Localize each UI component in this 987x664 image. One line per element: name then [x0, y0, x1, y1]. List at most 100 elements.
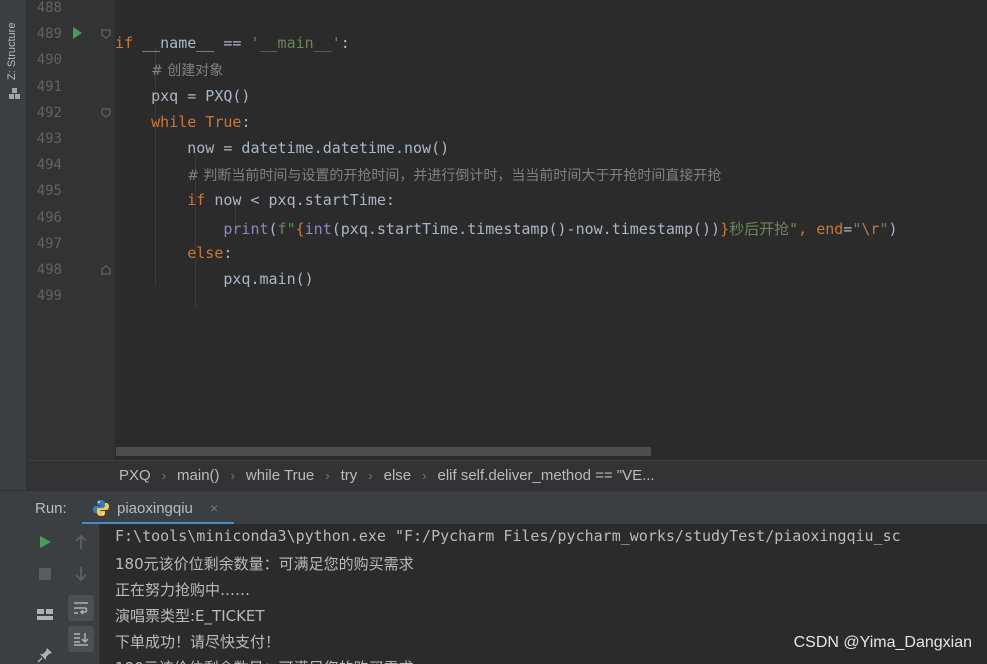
breadcrumb-item[interactable]: elif self.deliver_method == "VE...: [438, 467, 655, 484]
code-line: now = datetime.datetime.now(): [115, 139, 449, 157]
code-token: '__main__': [250, 34, 341, 53]
console-line: F:\tools\miniconda3\python.exe "F:/Pycha…: [115, 527, 901, 545]
stop-icon: [39, 568, 51, 580]
code-token: end: [816, 219, 844, 238]
horizontal-scrollbar[interactable]: [116, 447, 651, 456]
breadcrumb-item[interactable]: try: [341, 467, 358, 484]
code-token: now = datetime.datetime.now(): [115, 139, 450, 157]
run-tab-piaoxingqiu[interactable]: piaoxingqiu ×: [82, 491, 234, 525]
code-token: :: [241, 112, 251, 131]
line-number: 488: [36, 0, 62, 16]
code-line: print(f"{int(pxq.startTime.timestamp()-n…: [115, 218, 897, 239]
pin-tab-button[interactable]: [32, 642, 58, 664]
breadcrumb: PXQ › main() › while True › try › else › elif self…: [27, 460, 987, 490]
code-line: while True:: [115, 113, 250, 131]
code-token: :: [340, 34, 350, 53]
breadcrumb-item[interactable]: main(): [177, 467, 220, 484]
chevron-right-icon: ›: [230, 468, 235, 483]
breadcrumb-item[interactable]: else: [384, 467, 412, 484]
code-token: ): [888, 219, 898, 238]
code-line: if now < pxq.startTime:: [115, 191, 395, 209]
editor-gutter: [27, 0, 115, 460]
code-token: if: [187, 191, 215, 210]
chevron-right-icon: ›: [325, 468, 330, 483]
close-icon[interactable]: ×: [210, 500, 218, 516]
run-tab-label: piaoxingqiu: [117, 500, 193, 517]
run-tool-window-header: Run: piaoxingqiu ×: [0, 490, 987, 525]
line-number: 494: [36, 157, 62, 174]
structure-tab[interactable]: Z: Structure: [1, 0, 26, 105]
line-number: 493: [36, 131, 62, 147]
previous-occurrence-button[interactable]: [68, 529, 94, 555]
soft-wrap-icon: [74, 602, 88, 615]
next-occurrence-button[interactable]: [68, 561, 94, 587]
run-left-strip: [0, 524, 27, 664]
code-token: (pxq.startTime.timestamp()-now.timestamp…: [331, 219, 721, 238]
run-gutter-icon[interactable]: [73, 27, 82, 39]
breadcrumb-item[interactable]: while True: [246, 467, 314, 484]
code-token: if: [115, 34, 143, 53]
restore-layout-button[interactable]: [32, 601, 58, 627]
code-editor[interactable]: if __name__ == '__main__': # 创建对象 pxq = …: [115, 0, 987, 460]
breadcrumb-item[interactable]: PXQ: [119, 467, 151, 484]
chevron-right-icon: ›: [422, 468, 427, 483]
fold-icon[interactable]: [101, 108, 111, 118]
soft-wrap-button[interactable]: [68, 595, 94, 621]
run-label: Run:: [35, 500, 67, 517]
code-token: \r: [861, 219, 880, 238]
play-icon: [40, 536, 51, 548]
code-token: =: [843, 219, 853, 238]
code-token: pxq.main(): [115, 270, 314, 288]
layout-icon: [37, 609, 53, 620]
arrow-down-icon: [75, 567, 87, 582]
code-token: :: [223, 243, 233, 262]
code-line: # 判断当前时间与设置的开抢时间，并进行倒计时，当当前时间大于开抢时间直接开抢: [115, 165, 721, 185]
code-token: __name__ ==: [142, 34, 251, 53]
watermark: CSDN @Yima_Dangxian: [793, 634, 972, 651]
code-line: pxq.main(): [115, 270, 314, 288]
code-token: }: [720, 219, 730, 238]
console-line: 下单成功！请尽快支付！: [115, 633, 281, 651]
structure-tab-label: Z: Structure: [6, 22, 18, 80]
line-number: 489: [36, 26, 62, 43]
line-number: 499: [36, 288, 62, 305]
console-line: 演唱票类型:E_TICKET: [115, 607, 265, 625]
python-icon: [93, 500, 109, 516]
code-token: print: [223, 219, 269, 238]
code-line: # 创建对象: [115, 60, 223, 80]
fold-end-icon[interactable]: [101, 265, 111, 275]
line-number: 491: [36, 78, 62, 95]
run-toolbar-primary: [27, 524, 62, 664]
code-token: while: [151, 112, 206, 131]
code-token: (: [268, 219, 278, 238]
code-line: else:: [115, 244, 232, 262]
fold-icon[interactable]: [101, 29, 111, 39]
line-number: 497: [36, 235, 62, 252]
code-token: else: [187, 243, 224, 262]
stop-button[interactable]: [32, 561, 58, 587]
code-token: f": [277, 219, 296, 238]
chevron-right-icon: ›: [368, 468, 373, 483]
code-token: # 创建对象: [151, 63, 224, 80]
console-line: 正在努力抢购中……: [115, 581, 251, 599]
code-token: ,: [798, 219, 817, 238]
code-token: ": [852, 219, 862, 238]
code-line: if __name__ == '__main__':: [115, 34, 350, 52]
arrow-up-icon: [75, 534, 87, 549]
left-tool-strip: Z: Structure: [0, 0, 27, 490]
console-line: 180元该价位剩余数量：可满足您的购买需求: [115, 657, 414, 664]
line-number: 496: [36, 209, 62, 226]
line-number: 498: [36, 262, 62, 278]
code-token: now < pxq.startTime:: [214, 191, 395, 210]
rerun-button[interactable]: [32, 529, 58, 555]
line-number: 495: [36, 183, 62, 200]
code-token: # 判断当前时间与设置的开抢时间，并进行倒计时，当当前时间大于开抢时间直接开抢: [187, 168, 722, 185]
structure-icon: [9, 88, 20, 99]
scroll-to-end-button[interactable]: [68, 626, 94, 652]
